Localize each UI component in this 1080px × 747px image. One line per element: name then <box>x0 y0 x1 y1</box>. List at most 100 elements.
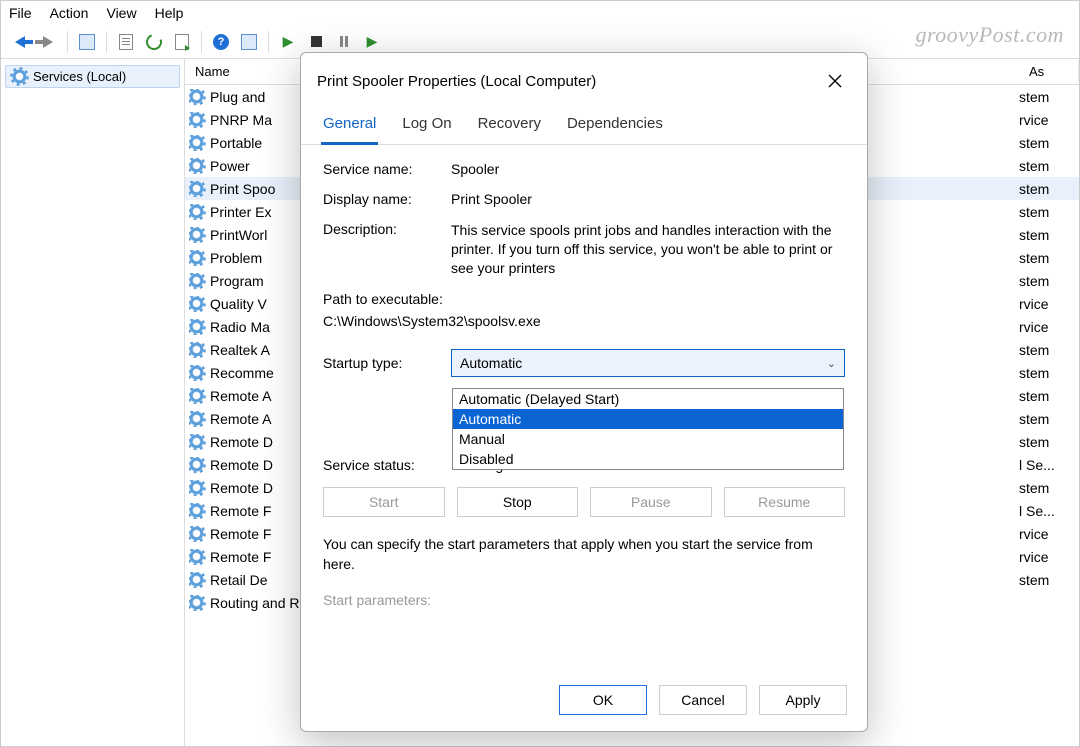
gear-icon <box>189 365 204 380</box>
show-hide-tree-button[interactable] <box>74 29 100 55</box>
gear-icon <box>189 457 204 472</box>
service-name-label: Problem <box>210 250 262 266</box>
refresh-button[interactable] <box>141 29 167 55</box>
startup-type-select[interactable]: Automatic ⌄ <box>451 349 845 377</box>
cancel-button[interactable]: Cancel <box>659 685 747 715</box>
dialog-title: Print Spooler Properties (Local Computer… <box>317 73 596 90</box>
gear-icon <box>189 572 204 587</box>
service-logon-as: stem <box>1019 365 1079 381</box>
label-description: Description: <box>323 221 451 237</box>
service-name-label: Remote F <box>210 503 271 519</box>
properties-button[interactable] <box>113 29 139 55</box>
gear-icon <box>189 388 204 403</box>
gear-icon <box>189 411 204 426</box>
arrow-right-icon <box>43 36 53 48</box>
gear-icon <box>189 549 204 564</box>
menu-help[interactable]: Help <box>155 5 184 21</box>
service-logon-as: stem <box>1019 89 1079 105</box>
properties-icon <box>119 34 133 50</box>
service-logon-as: l Se... <box>1019 503 1079 519</box>
hint-text: You can specify the start parameters tha… <box>323 535 845 574</box>
apply-button[interactable]: Apply <box>759 685 847 715</box>
forward-button[interactable] <box>35 29 61 55</box>
start-service-button[interactable]: ▶ <box>275 29 301 55</box>
restart-icon: ▶ <box>367 33 378 50</box>
service-logon-as: rvice <box>1019 526 1079 542</box>
service-name-label: Radio Ma <box>210 319 270 335</box>
service-name-label: Remote A <box>210 411 271 427</box>
pause-icon <box>340 36 348 47</box>
help-icon: ? <box>213 34 229 50</box>
service-name-label: Remote A <box>210 388 271 404</box>
menu-action[interactable]: Action <box>50 5 89 21</box>
label-service-status: Service status: <box>323 457 451 473</box>
tab-recovery[interactable]: Recovery <box>476 109 543 144</box>
ok-button[interactable]: OK <box>559 685 647 715</box>
chevron-down-icon: ⌄ <box>827 357 836 370</box>
back-button[interactable] <box>7 29 33 55</box>
service-logon-as: stem <box>1019 434 1079 450</box>
option-automatic-delayed[interactable]: Automatic (Delayed Start) <box>453 389 843 409</box>
service-name-label: Recomme <box>210 365 274 381</box>
gear-icon <box>189 89 204 104</box>
service-name-label: Plug and <box>210 89 265 105</box>
service-logon-as: stem <box>1019 250 1079 266</box>
start-button: Start <box>323 487 445 517</box>
close-button[interactable] <box>819 65 851 97</box>
nav-button[interactable] <box>236 29 262 55</box>
service-name-label: Remote D <box>210 480 273 496</box>
tab-general[interactable]: General <box>321 109 378 145</box>
label-startup-type: Startup type: <box>323 355 451 371</box>
service-name-label: Portable <box>210 135 262 151</box>
tab-logon[interactable]: Log On <box>400 109 453 144</box>
service-name-label: Print Spoo <box>210 181 275 197</box>
service-logon-as: l Se... <box>1019 457 1079 473</box>
service-logon-as: stem <box>1019 342 1079 358</box>
pause-service-button[interactable] <box>331 29 357 55</box>
dialog-titlebar[interactable]: Print Spooler Properties (Local Computer… <box>301 53 867 105</box>
tree-root-services-local[interactable]: Services (Local) <box>5 65 180 88</box>
gear-icon <box>189 158 204 173</box>
stop-icon <box>311 36 322 47</box>
menu-view[interactable]: View <box>106 5 136 21</box>
value-service-name: Spooler <box>451 161 845 177</box>
help-button[interactable]: ? <box>208 29 234 55</box>
gear-icon <box>189 250 204 265</box>
gear-icon <box>189 135 204 150</box>
startup-type-dropdown: Automatic (Delayed Start) Automatic Manu… <box>452 388 844 470</box>
stop-button[interactable]: Stop <box>457 487 579 517</box>
startup-type-selected: Automatic <box>460 355 522 371</box>
tree-root-label: Services (Local) <box>33 69 126 84</box>
service-name-label: Power <box>210 158 250 174</box>
dialog-footer: OK Cancel Apply <box>301 673 867 731</box>
tab-dependencies[interactable]: Dependencies <box>565 109 665 144</box>
stop-service-button[interactable] <box>303 29 329 55</box>
nav-icon <box>241 34 257 50</box>
print-spooler-properties-dialog: Print Spooler Properties (Local Computer… <box>300 52 868 732</box>
gear-icon <box>189 595 204 610</box>
service-logon-as: rvice <box>1019 112 1079 128</box>
column-logon-as[interactable]: As <box>1019 60 1079 83</box>
gear-icon <box>189 112 204 127</box>
option-manual[interactable]: Manual <box>453 429 843 449</box>
service-logon-as: stem <box>1019 480 1079 496</box>
service-name-label: PNRP Ma <box>210 112 272 128</box>
service-name-label: Remote D <box>210 457 273 473</box>
service-logon-as: rvice <box>1019 296 1079 312</box>
label-start-parameters: Start parameters: <box>323 592 845 608</box>
export-button[interactable] <box>169 29 195 55</box>
tree-pane: Services (Local) <box>1 59 185 746</box>
label-display-name: Display name: <box>323 191 451 207</box>
gear-icon <box>189 503 204 518</box>
value-description: This service spools print jobs and handl… <box>451 221 845 277</box>
menu-file[interactable]: File <box>9 5 32 21</box>
restart-service-button[interactable]: ▶ <box>359 29 385 55</box>
watermark: groovyPost.com <box>915 22 1064 48</box>
service-logon-as: stem <box>1019 273 1079 289</box>
gear-icon <box>189 480 204 495</box>
option-disabled[interactable]: Disabled <box>453 449 843 469</box>
gear-icon <box>189 273 204 288</box>
option-automatic[interactable]: Automatic <box>453 409 843 429</box>
service-name-label: Retail De <box>210 572 268 588</box>
close-icon <box>828 74 842 88</box>
